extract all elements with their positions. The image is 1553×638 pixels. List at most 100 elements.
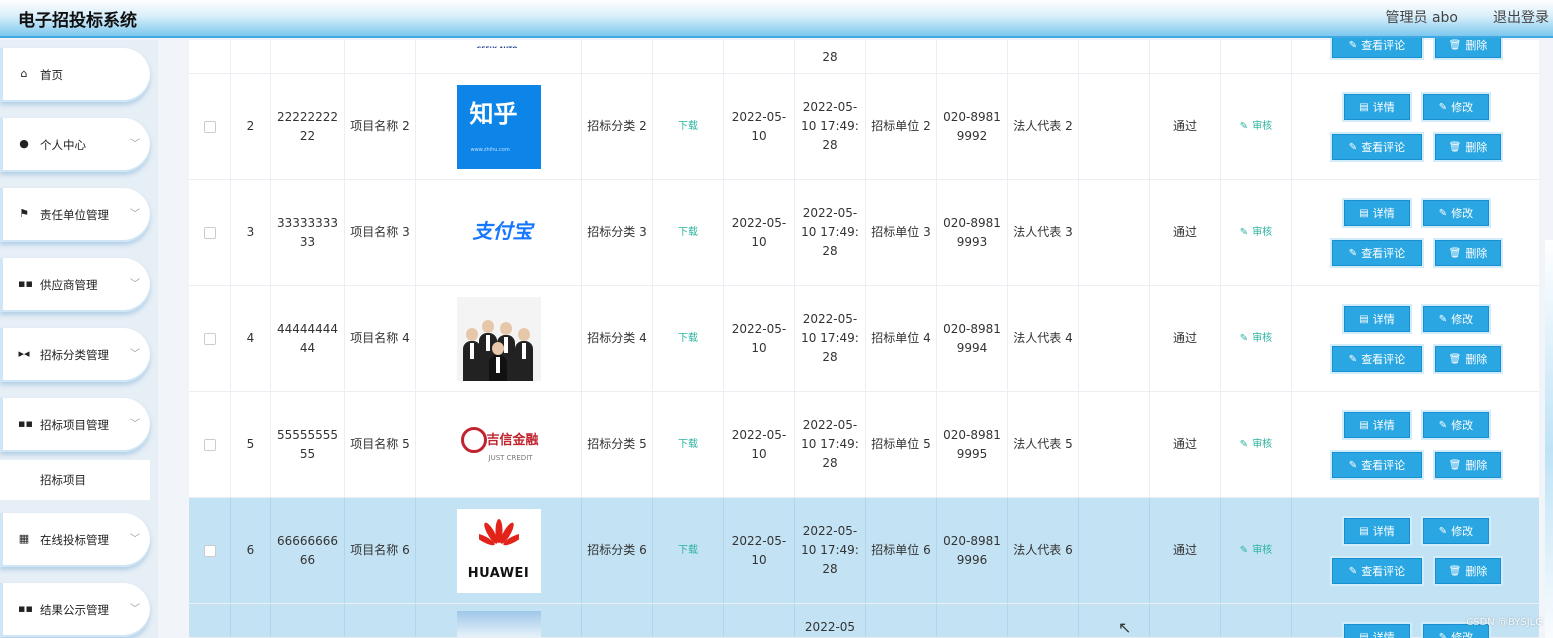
sidebar-item-personal-center[interactable]: ● 个人中心 ﹀ [0, 118, 150, 172]
view-comments-button[interactable]: ✎ 查看评论 [1332, 346, 1422, 372]
cell: 44444444 44 [271, 286, 345, 391]
delete-button[interactable]: 🗑 删除 [1435, 452, 1501, 478]
cell: 3 [231, 180, 271, 285]
cell: ✎ 审核 [1221, 180, 1292, 285]
legal-representative: 法人代表 2 [1013, 119, 1073, 133]
bid-date: 2022-05- 10 [731, 215, 787, 249]
cell: ✎ 审核 [1221, 74, 1292, 179]
category-icon: ▸◂ [18, 347, 30, 360]
download-link[interactable]: 下载 [678, 329, 698, 348]
detail-button[interactable]: ▤ 详情 [1344, 518, 1410, 544]
edit-icon: ✎ [1438, 207, 1448, 219]
cell [1079, 498, 1150, 603]
edit-button[interactable]: ✎ 修改 [1423, 412, 1489, 438]
sidebar-item-online-bid[interactable]: ▦ 在线投标管理 ﹀ [0, 513, 150, 567]
row-checkbox[interactable] [203, 332, 216, 345]
sidebar-item-supplier[interactable]: ▪▪ 供应商管理 ﹀ [0, 258, 150, 312]
review-link[interactable]: ✎ 审核 [1240, 435, 1272, 454]
button-label: 查看评论 [1361, 140, 1406, 154]
cell [653, 604, 724, 637]
chevron-down-icon: ﹀ [130, 349, 140, 360]
detail-button[interactable]: ▤ 详情 [1344, 200, 1410, 226]
edit-icon: ✎ [1348, 39, 1358, 51]
bid-date: 2022-05- 10 [731, 109, 787, 143]
review-link[interactable]: ✎ 审核 [1240, 223, 1272, 242]
detail-button[interactable]: ▤ 详情 [1344, 624, 1410, 638]
sidebar-item-bid-category[interactable]: ▸◂ 招标分类管理 ﹀ [0, 328, 150, 382]
review-link[interactable]: ✎ 审核 [1240, 329, 1272, 348]
row-index: 5 [246, 437, 255, 451]
delete-button[interactable]: 🗑 删除 [1435, 346, 1501, 372]
cell: 020-8981 9992 [937, 74, 1008, 179]
download-link[interactable]: 下载 [678, 541, 698, 560]
main-content: GEELY AUTO 28 ✎查看评论 🗑删除 2 22222222 22 项目… [158, 32, 1553, 638]
project-name: 项目名称 2 [350, 119, 410, 133]
delete-button[interactable]: 🗑 删除 [1435, 558, 1501, 584]
legal-representative: 法人代表 3 [1013, 225, 1073, 239]
time-cell: 2022-05 [804, 620, 856, 634]
sidebar-item-result-publicity[interactable]: ▪▪ 结果公示管理 ﹀ [0, 583, 150, 637]
detail-button[interactable]: ▤ 详情 [1344, 412, 1410, 438]
sidebar-item-home[interactable]: ⌂ 首页 [0, 48, 150, 102]
logout-link[interactable]: 退出登录 [1493, 7, 1549, 27]
bid-unit: 招标单位 5 [871, 437, 931, 451]
edit-button[interactable]: ✎ 修改 [1423, 518, 1489, 544]
sidebar-item-label: 在线投标管理 [40, 533, 109, 547]
view-comments-button[interactable]: ✎ 查看评论 [1332, 452, 1422, 478]
cell: 法人代表 3 [1008, 180, 1079, 285]
app-title: 电子招投标系统 [18, 11, 137, 31]
view-comments-button[interactable]: ✎ 查看评论 [1332, 240, 1422, 266]
contact-phone: 020-8981 9994 [943, 321, 1001, 355]
cell: 招标单位 4 [866, 286, 937, 391]
edit-button[interactable]: ✎ 修改 [1423, 200, 1489, 226]
cell [1079, 180, 1150, 285]
row-checkbox[interactable] [203, 438, 216, 451]
scrollbar[interactable] [1545, 240, 1553, 638]
cell: ▤ 详情 ✎ 修改 ✎ 查看评论 🗑 删除 [1292, 286, 1539, 391]
sidebar-item-responsible-unit[interactable]: ⚑ 责任单位管理 ﹀ [0, 188, 150, 242]
contact-phone: 020-8981 9993 [943, 215, 1001, 249]
cell [189, 180, 231, 285]
cell: 项目名称 5 [345, 392, 416, 497]
contact-phone: 020-8981 9992 [943, 109, 1001, 143]
cell [1079, 74, 1150, 179]
cell: 2022-05- 10 [724, 498, 795, 603]
review-link[interactable]: ✎ 审核 [1240, 117, 1272, 136]
cell: 下载 [653, 498, 724, 603]
logo-subtext: www.zhihu.com [470, 146, 510, 153]
cell: 招标分类 2 [582, 74, 653, 179]
trash-icon: 🗑 [1448, 459, 1462, 471]
project-image [456, 611, 541, 637]
document-icon: ▤ [1359, 207, 1369, 219]
table-row: 2 22222222 22 项目名称 2 知乎 www.zhihu.com 招标分… [189, 74, 1539, 180]
cell: 6 [231, 498, 271, 603]
cell: 通过 [1150, 74, 1221, 179]
review-link[interactable]: ✎ 审核 [1240, 541, 1272, 560]
cell: 招标单位 3 [866, 180, 937, 285]
cell: 2022-05- 10 17:49: 28 [795, 180, 866, 285]
delete-button[interactable]: 🗑 删除 [1435, 134, 1501, 160]
edit-button[interactable]: ✎ 修改 [1423, 94, 1489, 120]
review-label: 审核 [1252, 545, 1273, 556]
view-comments-button[interactable]: ✎ 查看评论 [1332, 558, 1422, 584]
logo-text: GEELY AUTO [477, 40, 518, 48]
row-checkbox[interactable] [203, 544, 216, 557]
download-link[interactable]: 下载 [678, 223, 698, 242]
sidebar-item-bid-project[interactable]: ▪▪ 招标项目管理 ﹀ [0, 398, 150, 452]
download-link[interactable]: 下载 [678, 117, 698, 136]
cell [1150, 604, 1221, 637]
button-label: 修改 [1451, 312, 1474, 326]
detail-button[interactable]: ▤ 详情 [1344, 94, 1410, 120]
row-checkbox[interactable] [203, 226, 216, 239]
delete-button[interactable]: 🗑 删除 [1435, 240, 1501, 266]
project-image: 知乎 www.zhihu.com [456, 84, 541, 169]
detail-button[interactable]: ▤ 详情 [1344, 306, 1410, 332]
cell [1150, 40, 1221, 74]
view-comments-button[interactable]: ✎ 查看评论 [1332, 134, 1422, 160]
download-link[interactable]: 下载 [678, 435, 698, 454]
row-checkbox[interactable] [203, 120, 216, 133]
logo-text: HUAWEI [467, 565, 530, 581]
edit-button[interactable]: ✎ 修改 [1423, 306, 1489, 332]
button-label: 删除 [1465, 352, 1488, 366]
sidebar-subitem-bid-project[interactable]: 招标项目 [0, 460, 150, 500]
